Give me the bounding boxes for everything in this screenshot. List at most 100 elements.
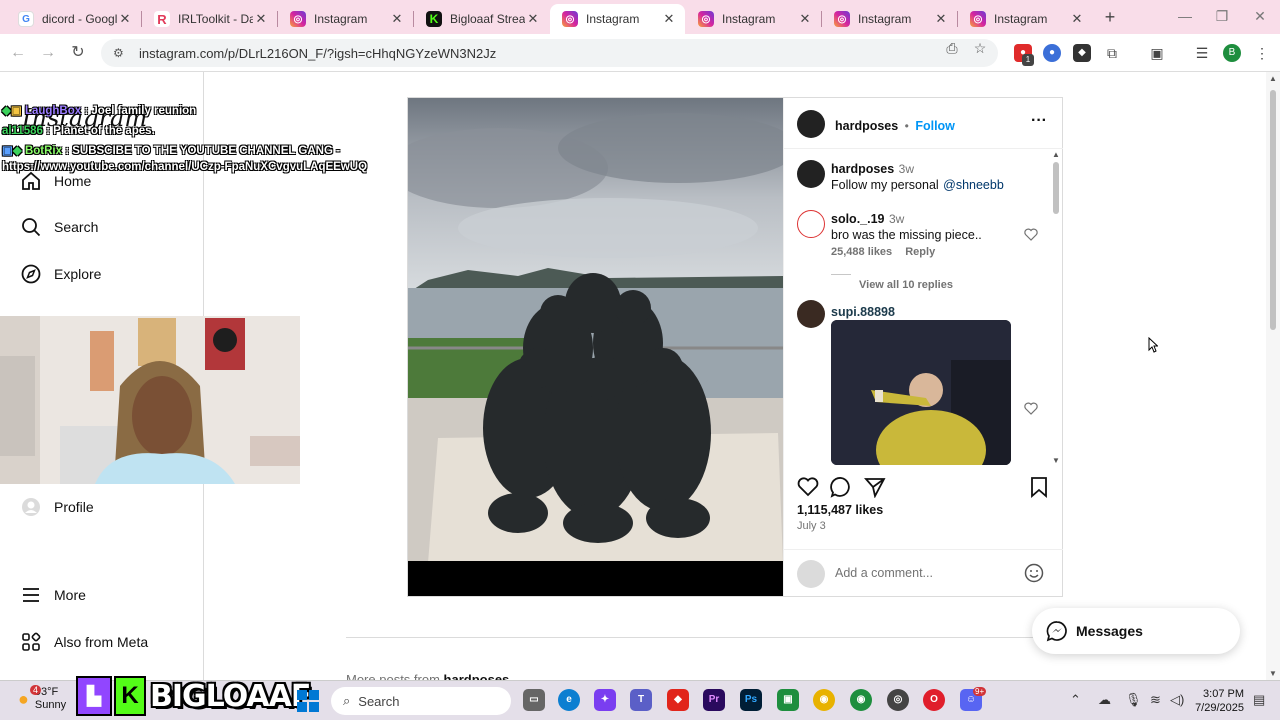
- browser-menu-icon[interactable]: ⋮: [1253, 44, 1271, 62]
- close-icon[interactable]: ✕: [797, 11, 813, 27]
- comments-scrollbar[interactable]: ▲ ▼: [1052, 150, 1060, 465]
- task-view-icon[interactable]: ▭: [523, 689, 545, 711]
- forward-icon[interactable]: →: [37, 42, 59, 64]
- author-avatar[interactable]: [797, 110, 825, 138]
- like-comment-icon[interactable]: [1024, 402, 1038, 415]
- chrome-icon[interactable]: ◉: [813, 689, 835, 711]
- save-bookmark-icon[interactable]: [1030, 476, 1048, 498]
- like-count[interactable]: 1,115,487 likes: [797, 503, 883, 517]
- install-app-icon[interactable]: ⎙: [942, 40, 962, 57]
- extension-icon[interactable]: ◆: [1073, 44, 1091, 62]
- post-card: hardposes • Follow ··· hardposes 3w Foll…: [407, 97, 1063, 597]
- nav-search[interactable]: Search: [20, 213, 98, 241]
- nav-also-from-meta[interactable]: Also from Meta: [20, 628, 148, 656]
- back-icon[interactable]: ←: [7, 42, 29, 64]
- edge-icon[interactable]: e: [558, 689, 580, 711]
- add-comment-input[interactable]: Add a comment...: [835, 566, 933, 580]
- page-scrollbar-thumb[interactable]: [1270, 90, 1276, 330]
- reload-icon[interactable]: ↻: [67, 42, 89, 64]
- app-icon[interactable]: ▣: [777, 689, 799, 711]
- nav-label: Profile: [54, 499, 94, 515]
- wifi-icon[interactable]: ≋: [1150, 692, 1161, 708]
- teams-icon[interactable]: T: [630, 689, 652, 711]
- extensions-puzzle-icon[interactable]: ⧉: [1103, 44, 1121, 62]
- follow-button[interactable]: Follow: [915, 119, 955, 133]
- media-controls-icon[interactable]: ☰: [1193, 44, 1211, 62]
- extension-icon[interactable]: ●: [1043, 44, 1061, 62]
- comment-avatar[interactable]: [797, 210, 825, 238]
- photoshop-icon[interactable]: Ps: [740, 689, 762, 711]
- close-icon[interactable]: ✕: [525, 11, 541, 27]
- new-tab-button[interactable]: +: [1100, 8, 1120, 28]
- comment-icon[interactable]: [830, 476, 852, 498]
- more-options-icon[interactable]: ···: [1031, 112, 1047, 130]
- profile-avatar[interactable]: B: [1223, 44, 1241, 62]
- browser-tab[interactable]: ◎ Instagram ✕: [822, 4, 957, 34]
- browser-tab[interactable]: ◎ Instagram ✕: [958, 4, 1093, 34]
- page-scrollbar[interactable]: ▲ ▼: [1266, 72, 1280, 680]
- comment-username[interactable]: supi.88898: [831, 305, 895, 319]
- close-icon[interactable]: ✕: [661, 11, 677, 27]
- chat-badge-icon: ▣: [2, 145, 13, 157]
- taskbar-search[interactable]: ⌕ Search: [331, 687, 511, 715]
- extension-badge: 1: [1022, 54, 1034, 66]
- like-comment-icon[interactable]: [1024, 228, 1038, 241]
- close-icon[interactable]: ✕: [117, 11, 133, 27]
- messages-button[interactable]: Messages: [1032, 608, 1240, 654]
- notifications-icon[interactable]: ▤: [1253, 692, 1265, 708]
- address-bar[interactable]: ⚙ instagram.com/p/DLrL216ON_F/?igsh=cHhq…: [101, 39, 998, 67]
- close-icon[interactable]: ✕: [389, 11, 405, 27]
- side-panel-icon[interactable]: ▣: [1148, 44, 1166, 62]
- opera-icon[interactable]: O: [923, 689, 945, 711]
- weather-widget[interactable]: ● 4 93°F Sunny: [18, 685, 66, 712]
- premiere-icon[interactable]: Pr: [703, 689, 725, 711]
- close-icon[interactable]: ✕: [1069, 11, 1085, 27]
- obs-icon[interactable]: ◎: [887, 689, 909, 711]
- volume-icon[interactable]: ◁): [1170, 692, 1184, 708]
- like-icon[interactable]: [797, 477, 819, 497]
- caption-mention-link[interactable]: @shneebb: [943, 178, 1004, 192]
- view-replies-button[interactable]: View all 10 replies: [859, 279, 953, 291]
- caption-avatar[interactable]: [797, 160, 825, 188]
- taskbar-clock[interactable]: 3:07 PM 7/29/2025: [1188, 687, 1244, 715]
- chat-text: : SUBSCIBE TO THE YOUTUBE CHANNEL GANG -: [65, 145, 340, 157]
- minimize-icon[interactable]: —: [1175, 8, 1195, 24]
- windows-taskbar: ● 4 93°F Sunny ▙ K BIGLOAAF ⌕ Search ▭ e…: [0, 676, 1280, 720]
- close-icon[interactable]: ✕: [253, 11, 269, 27]
- comment-gif-image[interactable]: [831, 320, 1011, 465]
- chrome-profile-icon[interactable]: ◉: [850, 689, 872, 711]
- start-button[interactable]: [297, 690, 319, 712]
- nav-explore[interactable]: Explore: [20, 260, 101, 288]
- comment-likes[interactable]: 25,488 likes: [831, 246, 892, 258]
- browser-tab-active[interactable]: ◎ Instagram ✕: [550, 4, 685, 34]
- browser-tab[interactable]: ◎ Instagram ✕: [686, 4, 821, 34]
- author-username[interactable]: hardposes: [835, 119, 898, 133]
- comment-avatar[interactable]: [797, 300, 825, 328]
- browser-tab[interactable]: R IRLToolkit - Dashb ✕: [142, 4, 277, 34]
- tray-overflow-icon[interactable]: ⌃: [1070, 692, 1081, 708]
- share-icon[interactable]: [864, 476, 886, 498]
- close-icon[interactable]: ✕: [933, 11, 949, 27]
- comment-username[interactable]: solo._.19: [831, 212, 885, 226]
- nav-profile[interactable]: Profile: [20, 493, 94, 521]
- bookmark-star-icon[interactable]: ☆: [970, 40, 990, 57]
- chat-message: https://www.youtube.com/channel/UCzp-Fpa…: [2, 160, 367, 174]
- microphone-icon[interactable]: 🎙︎: [1125, 692, 1142, 708]
- caption-username[interactable]: hardposes: [831, 162, 894, 176]
- nav-more[interactable]: More: [20, 581, 86, 609]
- restore-icon[interactable]: ❐: [1212, 8, 1232, 25]
- browser-tab[interactable]: G dicord - Google S ✕: [6, 4, 141, 34]
- browser-tab[interactable]: K Bigloaaf Stream ✕: [414, 4, 549, 34]
- browser-tab[interactable]: ◎ Instagram ✕: [278, 4, 413, 34]
- search-icon: ⌕: [343, 693, 351, 708]
- reply-button[interactable]: Reply: [905, 246, 935, 258]
- close-window-icon[interactable]: ✕: [1250, 8, 1270, 25]
- emoji-icon[interactable]: [1024, 563, 1044, 583]
- post-photo[interactable]: [408, 98, 783, 596]
- site-settings-icon[interactable]: ⚙: [113, 46, 127, 60]
- tab-title: Bigloaaf Stream: [450, 12, 525, 26]
- copilot-icon[interactable]: ✦: [594, 689, 616, 711]
- app-icon[interactable]: ◆: [667, 689, 689, 711]
- irltoolkit-icon: R: [154, 11, 170, 27]
- tray-cloud-icon[interactable]: ☁: [1098, 692, 1111, 708]
